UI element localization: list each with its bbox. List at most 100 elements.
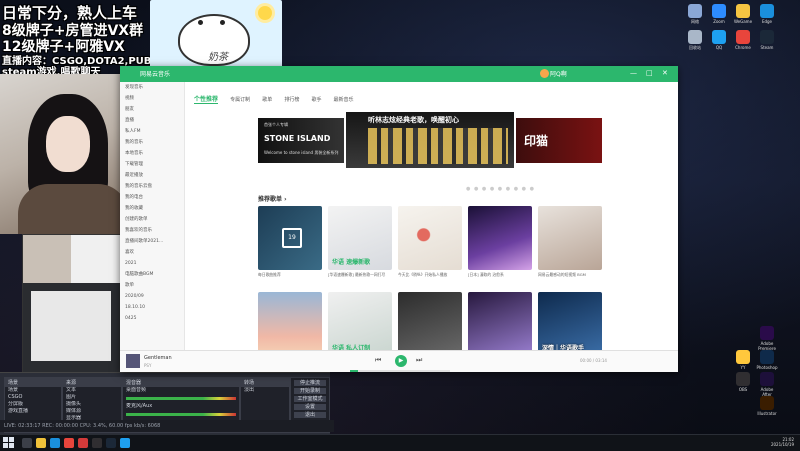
transition-select[interactable]: 淡出 <box>241 387 289 394</box>
sidebar-item[interactable]: 2021 <box>120 258 184 269</box>
tab-custom[interactable]: 专属订制 <box>230 96 250 103</box>
desktop-icon[interactable]: 网络 <box>684 4 706 25</box>
obs-scene-item[interactable]: 分屏版 <box>5 401 61 408</box>
file-explorer-icon[interactable] <box>36 438 46 448</box>
windows-start-icon[interactable] <box>3 437 14 448</box>
sidebar: 发现音乐 视频 朋友 直播 私人FM 我的音乐 本地音乐 下载管理 最近播放 我… <box>120 82 185 350</box>
sidebar-item[interactable]: 电脑歌曲BGM <box>120 269 184 280</box>
song-artist[interactable]: PSY <box>144 363 151 368</box>
sidebar-item[interactable]: 私人FM <box>120 126 184 137</box>
next-icon[interactable]: ⏭ <box>416 356 422 365</box>
steam-icon[interactable] <box>106 438 116 448</box>
sidebar-item[interactable]: 喜欢 <box>120 247 184 258</box>
playback-time: 00:00 / 03:14 <box>580 358 607 363</box>
obs-scenes-title: 场景 <box>5 378 61 387</box>
carousel-dots[interactable]: ● ● ● ● ● ● ● ● ● <box>466 186 535 192</box>
desktop-icon[interactable]: WeGame <box>732 4 754 24</box>
system-tray[interactable]: 21:02 2021/10/19 <box>771 437 794 447</box>
sidebar-item[interactable]: 最近播放 <box>120 170 184 181</box>
desktop-icon[interactable]: Edge <box>756 4 778 24</box>
playlist-caption: [日本] 漫取的 治愈系 <box>468 272 504 277</box>
banner-left[interactable]: 首张个人专辑 STONE ISLAND Welcome to stone isl… <box>258 118 344 163</box>
sidebar-item[interactable]: 2020/09 <box>120 291 184 302</box>
start-recording-button[interactable]: 开始录制 <box>294 388 326 394</box>
chrome-icon[interactable] <box>64 438 74 448</box>
avatar[interactable] <box>540 69 549 78</box>
tab-artists[interactable]: 歌手 <box>311 96 321 103</box>
calendar-icon: 19 <box>282 228 302 248</box>
obs-mixer-title: 混音器 <box>123 378 239 387</box>
sidebar-item[interactable]: 我的电台 <box>120 192 184 203</box>
illustrator-icon <box>760 396 774 410</box>
tab-charts[interactable]: 排行榜 <box>284 96 299 103</box>
recycle-bin-icon <box>688 30 702 44</box>
chrome-icon <box>736 30 750 44</box>
minimize-button[interactable]: — <box>630 69 637 77</box>
banner-center[interactable]: 听林志炫经典老歌，唤醒初心 <box>346 112 514 168</box>
obs-scene-item[interactable]: CSGO <box>5 394 61 401</box>
desktop-icon[interactable]: Adobe Premiere <box>756 326 778 351</box>
desktop-icon[interactable]: YY <box>732 350 754 370</box>
playlist-card[interactable]: 网易云最感动的短视频 BGM <box>538 206 602 277</box>
section-title[interactable]: 推荐歌单 › <box>258 194 287 203</box>
playlist-card[interactable]: 19 每日歌曲推荐 <box>258 206 322 277</box>
obs-source-item[interactable]: 媒体源 <box>63 408 121 415</box>
sidebar-item[interactable]: 18.10.10 <box>120 302 184 313</box>
album-art[interactable] <box>126 354 140 368</box>
exit-button[interactable]: 退出 <box>294 412 326 418</box>
qq-icon[interactable] <box>120 438 130 448</box>
obs-scene-item[interactable]: 场景 <box>5 387 61 394</box>
tab-new-music[interactable]: 最新音乐 <box>334 96 354 103</box>
stop-stream-button[interactable]: 停止推流 <box>294 380 326 386</box>
obs-icon[interactable] <box>92 438 102 448</box>
username[interactable]: 阿Q啊 <box>550 69 567 78</box>
sidebar-item[interactable]: 发现音乐 <box>120 82 184 93</box>
sidebar-item[interactable]: 朋友 <box>120 104 184 115</box>
desktop-icon[interactable]: Zoom <box>708 4 730 24</box>
sidebar-item: 创建的歌单 <box>125 217 148 222</box>
play-button[interactable]: ▶ <box>395 355 407 367</box>
sidebar-item[interactable]: 直播 <box>120 115 184 126</box>
maximize-button[interactable]: □ <box>646 69 653 77</box>
progress-bar[interactable] <box>350 370 450 372</box>
obs-source-item[interactable]: 摄像头 <box>63 401 121 408</box>
tab-playlists[interactable]: 歌单 <box>262 96 272 103</box>
playlist-card[interactable]: 华语 速爆新歌 [华语速爆新歌] 最新热歌一网打尽 <box>328 206 392 277</box>
search-icon[interactable] <box>22 438 32 448</box>
yy-icon <box>736 350 750 364</box>
desktop-icon[interactable]: Chrome <box>732 30 754 50</box>
steam-icon <box>760 30 774 44</box>
desktop-icon[interactable]: Steam <box>756 30 778 50</box>
netease-music-icon[interactable] <box>78 438 88 448</box>
settings-button[interactable]: 设置 <box>294 404 326 410</box>
desktop-icon[interactable]: Illustrator <box>756 396 778 416</box>
sidebar-item[interactable]: 歌单 <box>120 280 184 291</box>
desktop-icon[interactable]: QQ <box>708 30 730 50</box>
desktop-icon[interactable]: 回收站 <box>684 30 706 51</box>
sidebar-item[interactable]: 下载管理 <box>120 159 184 170</box>
studio-mode-button[interactable]: 工作室模式 <box>294 396 326 402</box>
desktop-icon[interactable]: Photoshop <box>756 350 778 370</box>
obs-source-item[interactable]: 图片 <box>63 394 121 401</box>
previous-icon[interactable]: ⏮ <box>375 356 381 365</box>
obs-source-item[interactable]: 文本 <box>63 387 121 394</box>
sidebar-item[interactable]: 0425 <box>120 313 184 324</box>
desktop-icon[interactable]: OBS <box>732 372 754 392</box>
playlist-card[interactable]: 今天比《稍纵》开始私人播放 <box>398 206 462 277</box>
sidebar-item[interactable]: 我的收藏 <box>120 203 184 214</box>
sidebar-item[interactable]: 我喜欢的音乐 <box>120 225 184 236</box>
edge-icon[interactable] <box>50 438 60 448</box>
close-button[interactable]: ✕ <box>662 69 668 77</box>
banner-right[interactable]: 印猫 <box>516 118 602 163</box>
sidebar-item[interactable]: 直播间歌单2021... <box>120 236 184 247</box>
sidebar-item[interactable]: 本地音乐 <box>120 148 184 159</box>
playlist-card[interactable]: [日本] 漫取的 治愈系 <box>468 206 532 277</box>
obs-preview-mirror <box>22 234 122 376</box>
song-title[interactable]: Gentleman <box>144 355 172 361</box>
obs-scene-item[interactable]: 游戏直播 <box>5 408 61 415</box>
sidebar-item[interactable]: 视频 <box>120 93 184 104</box>
tab-recommend[interactable]: 个性推荐 <box>194 94 219 104</box>
player-bar: Gentleman PSY ⏮ ▶ ⏭ 00:00 / 03:14 <box>120 350 678 372</box>
banner-carousel: 首张个人专辑 STONE ISLAND Welcome to stone isl… <box>258 110 603 170</box>
sidebar-item[interactable]: 我的音乐云盘 <box>120 181 184 192</box>
